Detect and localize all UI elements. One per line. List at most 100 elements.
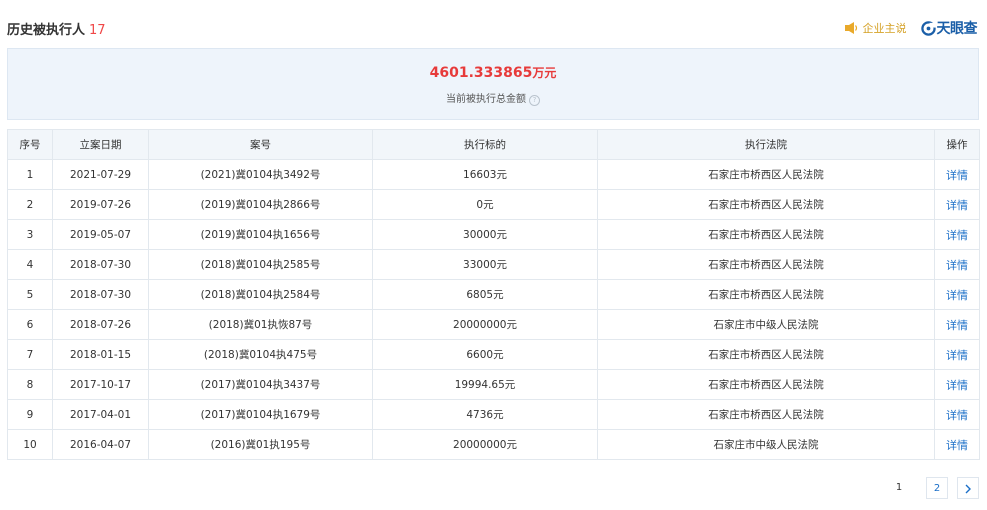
row-amount: 30000元 [372, 219, 598, 250]
row-court: 石家庄市中级人民法院 [597, 429, 935, 460]
row-index: 5 [7, 279, 53, 310]
total-amount-label-text: 当前被执行总金额 [446, 94, 526, 105]
tianyancha-logo: 天眼查 [920, 18, 978, 38]
detail-link[interactable]: 详情 [934, 159, 980, 190]
section-header: 历史被执行人 17 企业主说 天眼查 [7, 18, 979, 40]
table-row: 4 2018-07-30 (2018)冀0104执2585号 33000元 石家… [7, 249, 980, 280]
page-2-button[interactable]: 2 [926, 477, 948, 499]
row-index: 7 [7, 339, 53, 370]
row-court: 石家庄市桥西区人民法院 [597, 399, 935, 430]
row-date: 2017-10-17 [52, 369, 149, 400]
table-row: 7 2018-01-15 (2018)冀0104执475号 6600元 石家庄市… [7, 339, 980, 370]
total-amount-value: 4601.333865 [429, 65, 533, 81]
row-case-number: (2017)冀0104执3437号 [148, 369, 373, 400]
row-index: 6 [7, 309, 53, 340]
detail-link[interactable]: 详情 [934, 339, 980, 370]
total-amount-label: 当前被执行总金额? [8, 90, 978, 106]
row-date: 2017-04-01 [52, 399, 149, 430]
row-court: 石家庄市桥西区人民法院 [597, 159, 935, 190]
row-court: 石家庄市桥西区人民法院 [597, 249, 935, 280]
detail-link[interactable]: 详情 [934, 309, 980, 340]
speaker-icon [844, 22, 857, 34]
table-header-row: 序号 立案日期 案号 执行标的 执行法院 操作 [7, 129, 980, 160]
row-case-number: (2019)冀0104执1656号 [148, 219, 373, 250]
row-index: 10 [7, 429, 53, 460]
enforcement-records-table: 序号 立案日期 案号 执行标的 执行法院 操作 1 2021-07-29 (20… [7, 129, 980, 460]
detail-link[interactable]: 详情 [934, 399, 980, 430]
row-date: 2018-07-30 [52, 279, 149, 310]
enterprise-statement-link[interactable]: 企业主说 [863, 20, 907, 36]
record-count: 17 [89, 23, 106, 38]
page-current: 1 [895, 482, 903, 493]
row-amount: 19994.65元 [372, 369, 598, 400]
row-amount: 6805元 [372, 279, 598, 310]
row-case-number: (2018)冀01执恢87号 [148, 309, 373, 340]
row-amount: 0元 [372, 189, 598, 220]
row-index: 9 [7, 399, 53, 430]
table-row: 10 2016-04-07 (2016)冀01执195号 20000000元 石… [7, 429, 980, 460]
row-court: 石家庄市桥西区人民法院 [597, 219, 935, 250]
row-case-number: (2019)冀0104执2866号 [148, 189, 373, 220]
brand-area: 企业主说 天眼查 [844, 18, 978, 38]
section-title: 历史被执行人 17 [7, 19, 106, 38]
row-amount: 16603元 [372, 159, 598, 190]
row-case-number: (2018)冀0104执475号 [148, 339, 373, 370]
row-court: 石家庄市桥西区人民法院 [597, 369, 935, 400]
column-header-amount: 执行标的 [372, 129, 598, 160]
table-row: 9 2017-04-01 (2017)冀0104执1679号 4736元 石家庄… [7, 399, 980, 430]
row-case-number: (2018)冀0104执2585号 [148, 249, 373, 280]
row-amount: 6600元 [372, 339, 598, 370]
detail-link[interactable]: 详情 [934, 249, 980, 280]
row-court: 石家庄市桥西区人民法院 [597, 339, 935, 370]
total-amount-panel: 4601.333865万元 当前被执行总金额? [7, 48, 979, 120]
row-date: 2019-07-26 [52, 189, 149, 220]
row-amount: 4736元 [372, 399, 598, 430]
row-case-number: (2017)冀0104执1679号 [148, 399, 373, 430]
row-case-number: (2016)冀01执195号 [148, 429, 373, 460]
column-header-index: 序号 [7, 129, 53, 160]
next-page-button[interactable] [957, 477, 979, 499]
row-index: 2 [7, 189, 53, 220]
chevron-right-icon [965, 484, 971, 494]
row-court: 石家庄市桥西区人民法院 [597, 189, 935, 220]
row-court: 石家庄市桥西区人民法院 [597, 279, 935, 310]
column-header-date: 立案日期 [52, 129, 149, 160]
logo-mark-icon [920, 20, 936, 36]
help-icon[interactable]: ? [529, 95, 540, 106]
logo-text: 天眼查 [936, 21, 978, 37]
pagination: 1 2 [887, 477, 979, 499]
row-date: 2021-07-29 [52, 159, 149, 190]
table-row: 8 2017-10-17 (2017)冀0104执3437号 19994.65元… [7, 369, 980, 400]
detail-link[interactable]: 详情 [934, 369, 980, 400]
row-case-number: (2018)冀0104执2584号 [148, 279, 373, 310]
table-row: 3 2019-05-07 (2019)冀0104执1656号 30000元 石家… [7, 219, 980, 250]
row-index: 1 [7, 159, 53, 190]
table-row: 6 2018-07-26 (2018)冀01执恢87号 20000000元 石家… [7, 309, 980, 340]
total-amount: 4601.333865万元 [8, 64, 978, 81]
row-amount: 20000000元 [372, 309, 598, 340]
detail-link[interactable]: 详情 [934, 279, 980, 310]
table-row: 5 2018-07-30 (2018)冀0104执2584号 6805元 石家庄… [7, 279, 980, 310]
detail-link[interactable]: 详情 [934, 429, 980, 460]
section-title-text: 历史被执行人 [7, 23, 86, 38]
row-amount: 20000000元 [372, 429, 598, 460]
table-row: 2 2019-07-26 (2019)冀0104执2866号 0元 石家庄市桥西… [7, 189, 980, 220]
row-date: 2019-05-07 [52, 219, 149, 250]
row-case-number: (2021)冀0104执3492号 [148, 159, 373, 190]
column-header-case-number: 案号 [148, 129, 373, 160]
row-index: 4 [7, 249, 53, 280]
row-court: 石家庄市中级人民法院 [597, 309, 935, 340]
column-header-court: 执行法院 [597, 129, 935, 160]
column-header-action: 操作 [934, 129, 980, 160]
row-date: 2018-07-26 [52, 309, 149, 340]
total-amount-unit: 万元 [532, 66, 557, 80]
detail-link[interactable]: 详情 [934, 189, 980, 220]
row-index: 8 [7, 369, 53, 400]
row-amount: 33000元 [372, 249, 598, 280]
row-date: 2016-04-07 [52, 429, 149, 460]
row-date: 2018-01-15 [52, 339, 149, 370]
row-index: 3 [7, 219, 53, 250]
table-row: 1 2021-07-29 (2021)冀0104执3492号 16603元 石家… [7, 159, 980, 190]
row-date: 2018-07-30 [52, 249, 149, 280]
detail-link[interactable]: 详情 [934, 219, 980, 250]
